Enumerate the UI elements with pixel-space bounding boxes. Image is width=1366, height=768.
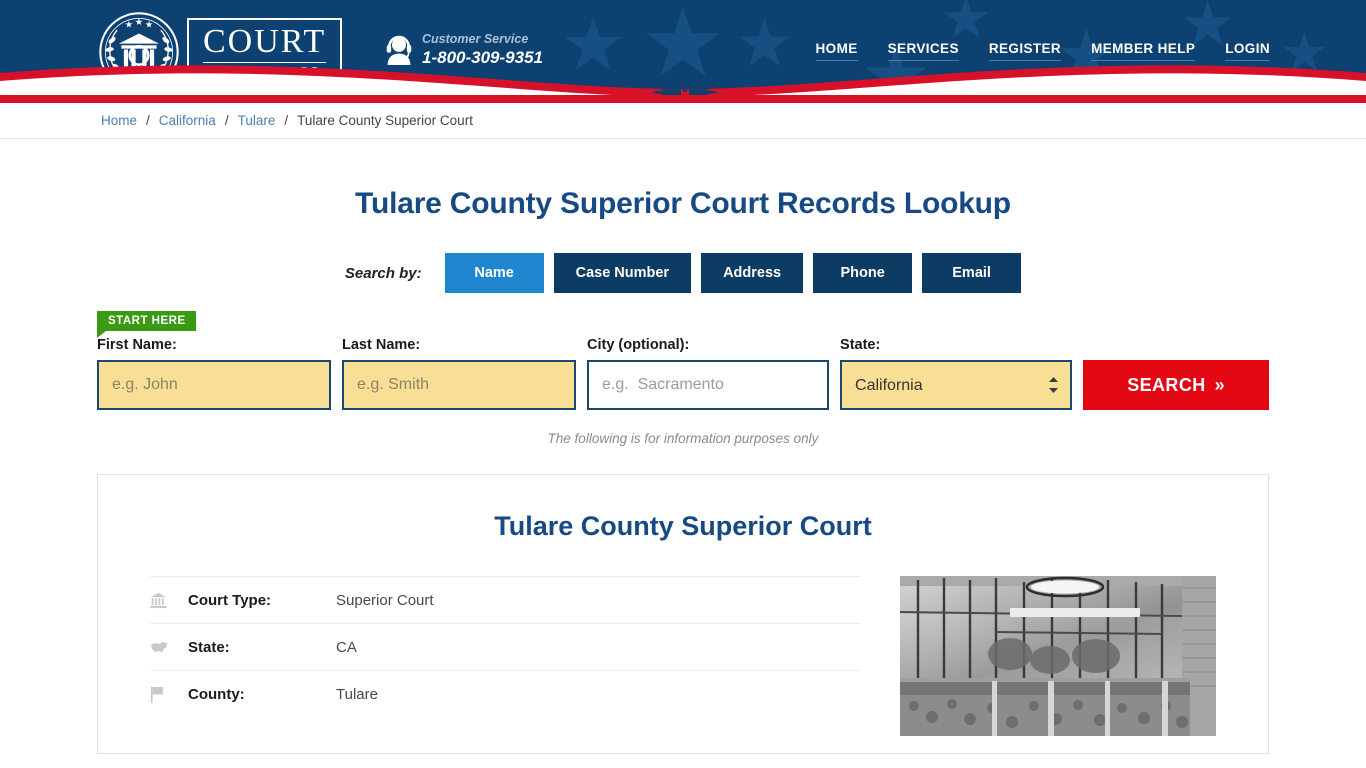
courthouse-exterior-photo (900, 576, 1216, 736)
disclaimer-text: The following is for information purpose… (547, 431, 819, 446)
last-name-input[interactable] (342, 360, 576, 410)
svg-text:★: ★ (135, 17, 143, 28)
header-red-bar (0, 95, 1366, 103)
detail-key: Court Type: (188, 591, 272, 609)
tab-email[interactable]: Email (922, 253, 1022, 293)
search-by-tabs: Search by: Name Case Number Address Phon… (0, 253, 1366, 293)
table-row: Court Type: Superior Court (150, 576, 860, 623)
detail-value: Superior Court (336, 591, 434, 609)
court-name-heading: Tulare County Superior Court (494, 511, 872, 541)
city-label: City (optional): (587, 337, 690, 353)
main-content: Tulare County Superior Court Records Loo… (0, 187, 1366, 754)
svg-text:★: ★ (125, 20, 133, 31)
bank-building-icon (150, 592, 188, 609)
first-name-field-group: First Name: (97, 337, 331, 410)
breadcrumb-separator: / (224, 113, 229, 128)
breadcrumb-separator: / (284, 113, 289, 128)
breadcrumb: Home / California / Tulare / Tulare Coun… (0, 103, 1366, 139)
first-name-label: First Name: (97, 337, 177, 353)
state-field-group: State: California (840, 337, 1073, 410)
last-name-field-group: Last Name: (342, 337, 576, 410)
city-input[interactable] (587, 360, 830, 410)
svg-text:★: ★ (145, 20, 153, 31)
breadcrumb-item-home[interactable]: Home (101, 113, 137, 128)
site-header: ★ ★ ★ ★ ★ ★ ★ ★ ★ ★ ★ COURT Customer Ser… (0, 0, 1366, 103)
nav-item-home[interactable]: HOME (815, 41, 858, 61)
last-name-label: Last Name: (342, 337, 421, 353)
first-name-input[interactable] (97, 360, 331, 410)
logo-main-text: COURT (203, 25, 327, 63)
tab-name[interactable]: Name (444, 253, 544, 293)
search-by-label: Search by: (344, 264, 422, 282)
nav-item-member-help[interactable]: MEMBER HELP (1091, 41, 1196, 61)
state-select[interactable]: California (840, 360, 1073, 410)
detail-key: State: (188, 638, 230, 656)
breadcrumb-item-current: Tulare County Superior Court (297, 113, 473, 128)
detail-value: Tulare (336, 685, 378, 703)
nav-item-services[interactable]: SERVICES (887, 41, 959, 61)
table-row: State: CA (150, 623, 860, 670)
tab-address[interactable]: Address (701, 253, 804, 293)
breadcrumb-separator: / (146, 113, 150, 128)
nav-item-register[interactable]: REGISTER (988, 41, 1062, 61)
page-title: Tulare County Superior Court Records Loo… (355, 187, 1011, 220)
search-button[interactable]: SEARCH » (1083, 360, 1269, 410)
breadcrumb-item-california[interactable]: California (159, 113, 216, 128)
detail-value: CA (336, 638, 357, 656)
table-row: County: Tulare (150, 670, 860, 717)
us-map-icon (150, 641, 188, 654)
main-navigation: HOME SERVICES REGISTER MEMBER HELP LOGIN (815, 41, 1270, 61)
tab-case-number[interactable]: Case Number (553, 253, 692, 293)
start-here-badge: START HERE (97, 311, 196, 338)
court-detail-table: Court Type: Superior Court State: CA Cou… (150, 576, 860, 736)
tab-phone[interactable]: Phone (813, 253, 913, 293)
flag-icon (150, 686, 188, 703)
search-form: START HERE First Name: Last Name: City (… (0, 311, 1366, 410)
customer-service-label: Customer Service (422, 32, 529, 46)
court-info-card: Tulare County Superior Court Court Type:… (97, 474, 1269, 754)
breadcrumb-item-tulare[interactable]: Tulare (238, 113, 276, 128)
detail-key: County: (188, 685, 245, 703)
search-button-label: SEARCH (1127, 374, 1206, 395)
city-field-group: City (optional): (587, 337, 830, 410)
double-chevron-right-icon: » (1214, 374, 1226, 395)
nav-item-login[interactable]: LOGIN (1225, 41, 1270, 61)
state-label: State: (840, 337, 881, 353)
